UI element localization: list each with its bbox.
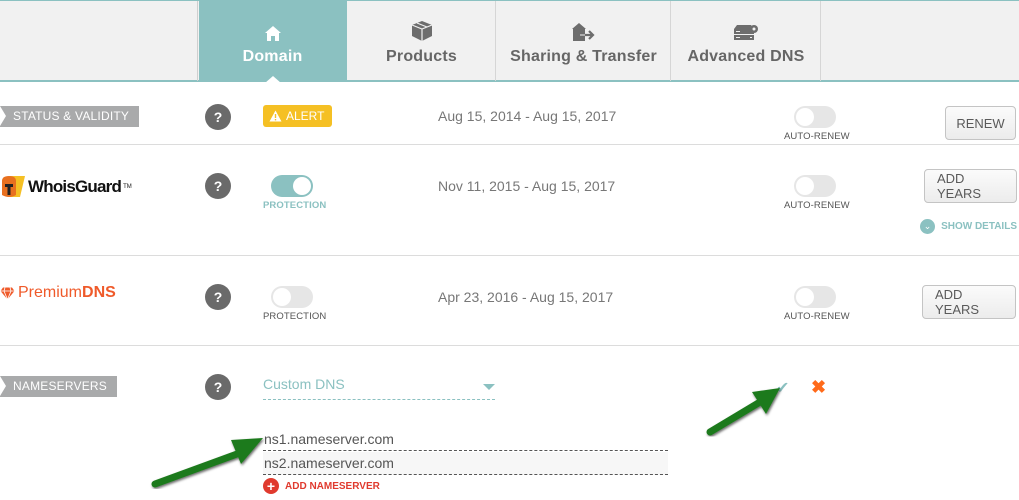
show-details-link[interactable]: ⌄ SHOW DETAILS <box>920 219 1017 234</box>
tab-products-label: Products <box>386 48 457 65</box>
toggle-knob <box>273 288 291 306</box>
whoisguard-date-range: Nov 11, 2015 - Aug 15, 2017 <box>438 178 616 194</box>
nameservers-row: NAMESERVERS ? Custom DNS ✔ ✖ + ADD NAMES… <box>0 346 1019 500</box>
server-gear-icon <box>733 16 759 42</box>
status-validity-label: STATUS & VALIDITY <box>0 106 140 127</box>
whoisguard-logo: WhoisGuard TM <box>0 175 132 199</box>
whoisguard-auto-renew-label: AUTO-RENEW <box>784 200 850 211</box>
whoisguard-protection-label: PROTECTION <box>263 200 327 211</box>
alert-badge[interactable]: ALERT <box>263 105 333 127</box>
premiumdns-auto-renew-toggle[interactable] <box>794 286 836 308</box>
check-icon[interactable]: ✔ <box>776 378 789 398</box>
premiumdns-date-range: Apr 23, 2016 - Aug 15, 2017 <box>438 289 614 305</box>
premiumdns-row: PremiumDNS ? PROTECTION Apr 23, 2016 - A… <box>0 256 1019 346</box>
tab-bar-spacer <box>0 1 198 81</box>
whoisguard-help-button[interactable]: ? <box>205 173 231 199</box>
chevron-down-icon: ⌄ <box>920 219 936 234</box>
add-nameserver-label: ADD NAMESERVER <box>285 480 380 492</box>
premiumdns-add-years-button[interactable]: ADD YEARS <box>922 285 1016 319</box>
whoisguard-add-years-button[interactable]: ADD YEARS <box>924 169 1017 203</box>
toggle-knob <box>796 288 814 306</box>
whoisguard-logo-tm: TM <box>123 184 132 190</box>
tab-advanced-dns[interactable]: Advanced DNS <box>672 1 821 81</box>
nameserver-1-input[interactable] <box>263 428 668 451</box>
tab-products[interactable]: Products <box>348 1 496 81</box>
add-nameserver-button[interactable]: + ADD NAMESERVER <box>263 478 380 494</box>
tab-advanced-dns-label: Advanced DNS <box>687 48 805 65</box>
tab-domain[interactable]: Domain <box>199 1 347 83</box>
house-arrow-icon <box>571 16 597 42</box>
plus-icon: + <box>263 478 279 494</box>
whoisguard-logo-text: WhoisGuard <box>28 177 122 196</box>
premiumdns-protection-toggle[interactable] <box>271 286 313 308</box>
tab-bar: Domain Products Sharing & Transfer Advan… <box>0 0 1019 83</box>
premiumdns-logo-bold: DNS <box>82 284 116 301</box>
nameservers-help-button[interactable]: ? <box>205 374 231 400</box>
renew-button[interactable]: RENEW <box>945 106 1016 140</box>
nameserver-2-input[interactable] <box>263 452 668 475</box>
show-details-label: SHOW DETAILS <box>941 221 1017 232</box>
whoisguard-row: WhoisGuard TM ? PROTECTION Nov 11, 2015 … <box>0 145 1019 256</box>
toggle-knob <box>796 108 814 126</box>
status-auto-renew-toggle[interactable] <box>794 106 836 128</box>
whoisguard-protection-toggle[interactable] <box>271 175 313 197</box>
status-help-button[interactable]: ? <box>205 104 231 130</box>
premiumdns-logo-light: Premium <box>18 284 83 301</box>
alert-label: ALERT <box>286 109 325 123</box>
toggle-knob <box>796 177 814 195</box>
box-icon <box>411 16 433 42</box>
dns-type-selected: Custom DNS <box>263 376 345 392</box>
nameservers-label: NAMESERVERS <box>0 376 118 397</box>
warning-icon <box>269 110 282 122</box>
toggle-knob <box>293 177 311 195</box>
tab-domain-label: Domain <box>242 48 303 65</box>
premiumdns-logo: PremiumDNS <box>0 284 116 302</box>
caret-down-icon <box>483 384 495 390</box>
whoisguard-auto-renew-toggle[interactable] <box>794 175 836 197</box>
gem-icon <box>0 286 15 300</box>
dns-type-select[interactable]: Custom DNS <box>263 376 495 400</box>
close-icon[interactable]: ✖ <box>811 377 826 398</box>
status-date-range: Aug 15, 2014 - Aug 15, 2017 <box>438 108 617 124</box>
tab-sharing-label: Sharing & Transfer <box>510 48 657 65</box>
tab-sharing-transfer[interactable]: Sharing & Transfer <box>497 1 671 81</box>
home-icon <box>264 16 282 42</box>
premiumdns-protection-label: PROTECTION <box>263 311 327 322</box>
status-auto-renew-label: AUTO-RENEW <box>784 131 850 142</box>
status-validity-row: STATUS & VALIDITY ? ALERT Aug 15, 2014 -… <box>0 84 1019 145</box>
premiumdns-auto-renew-label: AUTO-RENEW <box>784 311 850 322</box>
premiumdns-help-button[interactable]: ? <box>205 284 231 310</box>
helmet-icon <box>2 176 25 197</box>
